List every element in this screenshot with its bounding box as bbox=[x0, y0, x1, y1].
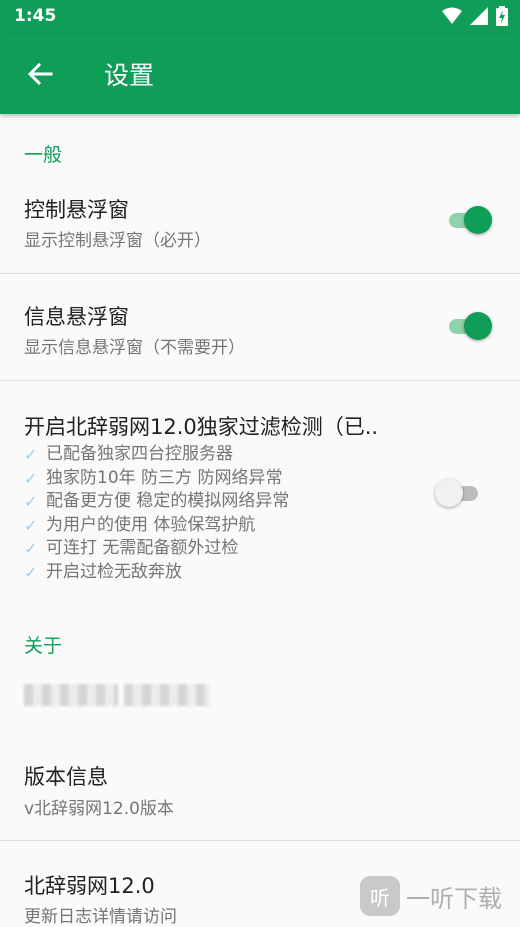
list-item: ✓ 为用户的使用 体验保驾护航 bbox=[24, 514, 256, 535]
pref-summary: v北辞弱网12.0版本 bbox=[24, 799, 174, 819]
info-float-switch[interactable] bbox=[444, 309, 494, 343]
section-header-general: 一般 bbox=[24, 144, 63, 166]
feature-list: ✓ 已配备独家四台控服务器 ✓ 独家防10年 防三方 防网络异常 ✓ 配备更方便 稳定… bbox=[24, 443, 289, 584]
check-icon: ✓ bbox=[24, 492, 38, 512]
list-item: ✓ 可连打 无需配备额外过检 bbox=[24, 538, 239, 559]
pref-title: 信息悬浮窗 bbox=[24, 305, 129, 329]
check-icon: ✓ bbox=[24, 468, 38, 488]
pref-title: 开启北辞弱网12.0独家过滤检测（已.. bbox=[24, 415, 379, 439]
pref-info-float[interactable]: 信息悬浮窗 显示信息悬浮窗（不需要开） bbox=[0, 274, 520, 380]
section-header-about: 关于 bbox=[24, 635, 63, 657]
pref-summary: 更新日志详情请访问 bbox=[24, 907, 177, 927]
watermark-logo: 听 bbox=[360, 876, 400, 916]
arrow-back-icon bbox=[27, 62, 53, 86]
pref-control-float[interactable]: 控制悬浮窗 显示控制悬浮窗（必开） bbox=[0, 176, 520, 274]
battery-charging-icon bbox=[496, 6, 508, 26]
check-icon: ✓ bbox=[24, 445, 38, 465]
filter-detect-switch[interactable] bbox=[435, 476, 487, 510]
pref-summary: 显示控制悬浮窗（必开） bbox=[24, 231, 211, 251]
list-item: ✓ 开启过检无敌奔放 bbox=[24, 561, 182, 582]
pref-title: 版本信息 bbox=[24, 765, 108, 789]
pref-summary: 显示信息悬浮窗（不需要开） bbox=[24, 338, 245, 358]
back-button[interactable] bbox=[20, 54, 60, 94]
wifi-icon bbox=[442, 7, 462, 24]
signal-icon bbox=[470, 7, 488, 25]
blurred-text bbox=[24, 684, 210, 706]
switch-thumb bbox=[464, 312, 492, 340]
check-icon: ✓ bbox=[24, 562, 38, 582]
control-float-switch[interactable] bbox=[444, 203, 494, 237]
pref-version-info[interactable]: 版本信息 v北辞弱网12.0版本 bbox=[0, 740, 520, 840]
pref-title: 控制悬浮窗 bbox=[24, 198, 129, 222]
check-icon: ✓ bbox=[24, 515, 38, 535]
list-item: ✓ 配备更方便 稳定的模拟网络异常 bbox=[24, 491, 290, 512]
pref-title: 北辞弱网12.0 bbox=[24, 874, 155, 898]
watermark: 听 一听下载 bbox=[360, 872, 520, 920]
status-icons bbox=[442, 6, 508, 26]
status-bar: 1:45 bbox=[0, 0, 520, 34]
page-title: 设置 bbox=[104, 61, 155, 90]
list-item: ✓ 已配备独家四台控服务器 bbox=[24, 444, 233, 465]
list-item: ✓ 独家防10年 防三方 防网络异常 bbox=[24, 467, 283, 488]
watermark-text: 一听下载 bbox=[406, 884, 502, 913]
check-icon: ✓ bbox=[24, 539, 38, 559]
switch-thumb bbox=[464, 206, 492, 234]
status-time: 1:45 bbox=[14, 6, 57, 26]
app-toolbar: 设置 bbox=[0, 34, 520, 114]
switch-thumb bbox=[435, 479, 463, 507]
